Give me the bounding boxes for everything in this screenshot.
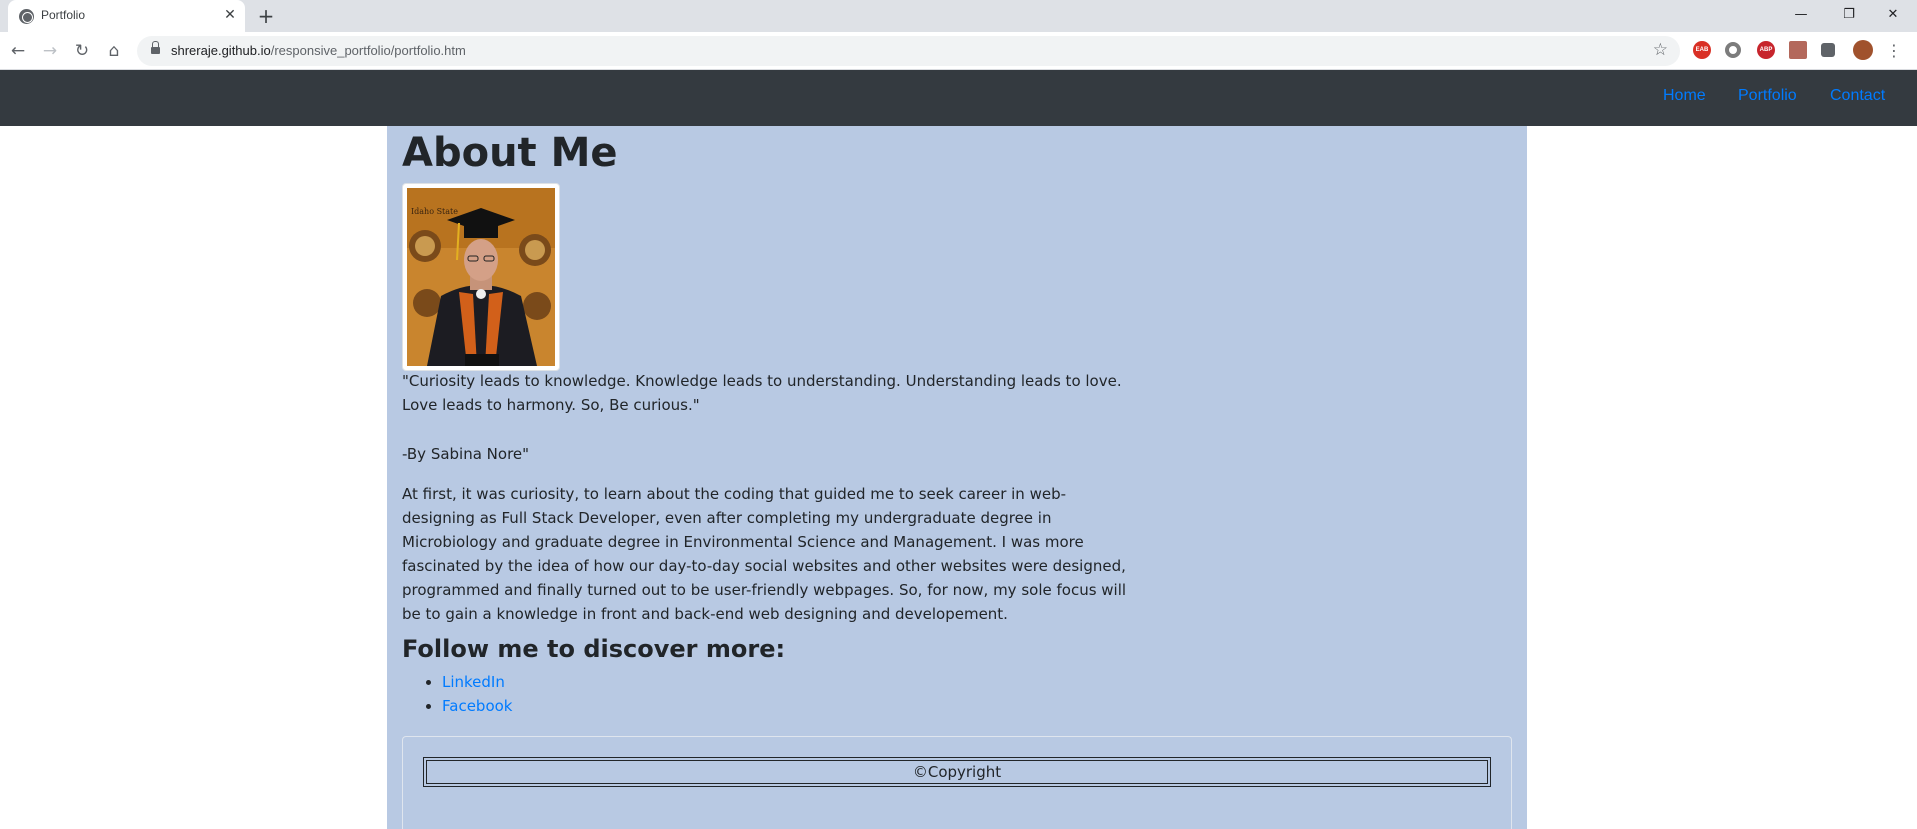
photo-banner-text: Idaho State — [411, 207, 458, 216]
quote-text: "Curiosity leads to knowledge. Knowledge… — [402, 372, 1122, 414]
home-button[interactable]: ⌂ — [103, 40, 125, 62]
graduation-portrait-image: Idaho State — [407, 188, 555, 366]
linkedin-link[interactable]: LinkedIn — [442, 673, 505, 691]
restore-button[interactable]: ❐ — [1834, 4, 1864, 26]
new-tab-button[interactable]: + — [255, 6, 277, 28]
pdf-extension-icon[interactable] — [1789, 41, 1807, 59]
nav-contact-link[interactable]: Contact — [1830, 87, 1885, 105]
abp-extension-icon[interactable]: ABP — [1757, 41, 1775, 59]
circle-extension-icon[interactable] — [1725, 42, 1741, 58]
profile-avatar[interactable] — [1853, 40, 1873, 60]
social-links-list: LinkedIn Facebook — [442, 670, 512, 718]
reload-button[interactable]: ↻ — [71, 40, 93, 62]
list-item: Facebook — [442, 694, 512, 718]
red-badge-extension-icon[interactable]: EAB — [1693, 41, 1711, 59]
bio-text: At first, it was curiosity, to learn abo… — [402, 485, 1127, 623]
url-host: shreraje.github.io — [171, 43, 271, 58]
back-button[interactable]: ← — [7, 40, 29, 62]
forward-button[interactable]: → — [39, 40, 61, 62]
browser-toolbar: ← → ↻ ⌂ shreraje.github.io/responsive_po… — [0, 32, 1917, 70]
tab-strip: Portfolio ✕ + — ❐ ✕ — [0, 0, 1917, 32]
follow-heading: Follow me to discover more: — [402, 635, 786, 663]
minimize-button[interactable]: — — [1786, 4, 1816, 26]
lock-icon[interactable] — [151, 41, 160, 56]
url-path: /responsive_portfolio/portfolio.htm — [270, 43, 466, 58]
page-title: About Me — [402, 130, 618, 176]
tab-title: Portfolio — [41, 8, 86, 22]
close-tab-icon[interactable]: ✕ — [222, 7, 238, 23]
site-navbar: Home Portfolio Contact — [0, 70, 1917, 126]
browser-tab[interactable]: Portfolio ✕ — [8, 0, 245, 32]
copyright-text: ©Copyright — [423, 757, 1491, 787]
nav-home-link[interactable]: Home — [1663, 87, 1706, 105]
bookmark-star-icon[interactable]: ☆ — [1653, 40, 1668, 60]
quote-author: -By Sabina Nore" — [402, 445, 530, 463]
profile-photo: Idaho State — [402, 183, 560, 371]
puzzle-extension-icon[interactable] — [1821, 43, 1835, 57]
close-window-button[interactable]: ✕ — [1878, 4, 1908, 26]
list-item: LinkedIn — [442, 670, 512, 694]
footer-card: ©Copyright — [402, 736, 1512, 829]
address-bar[interactable]: shreraje.github.io/responsive_portfolio/… — [137, 36, 1680, 66]
about-container: About Me Idaho State "Curiosity leads to… — [387, 126, 1527, 829]
browser-menu-icon[interactable]: ⋮ — [1886, 40, 1902, 62]
url-text[interactable]: shreraje.github.io/responsive_portfolio/… — [171, 43, 466, 58]
globe-icon — [19, 9, 34, 24]
facebook-link[interactable]: Facebook — [442, 697, 512, 715]
nav-portfolio-link[interactable]: Portfolio — [1738, 87, 1797, 105]
